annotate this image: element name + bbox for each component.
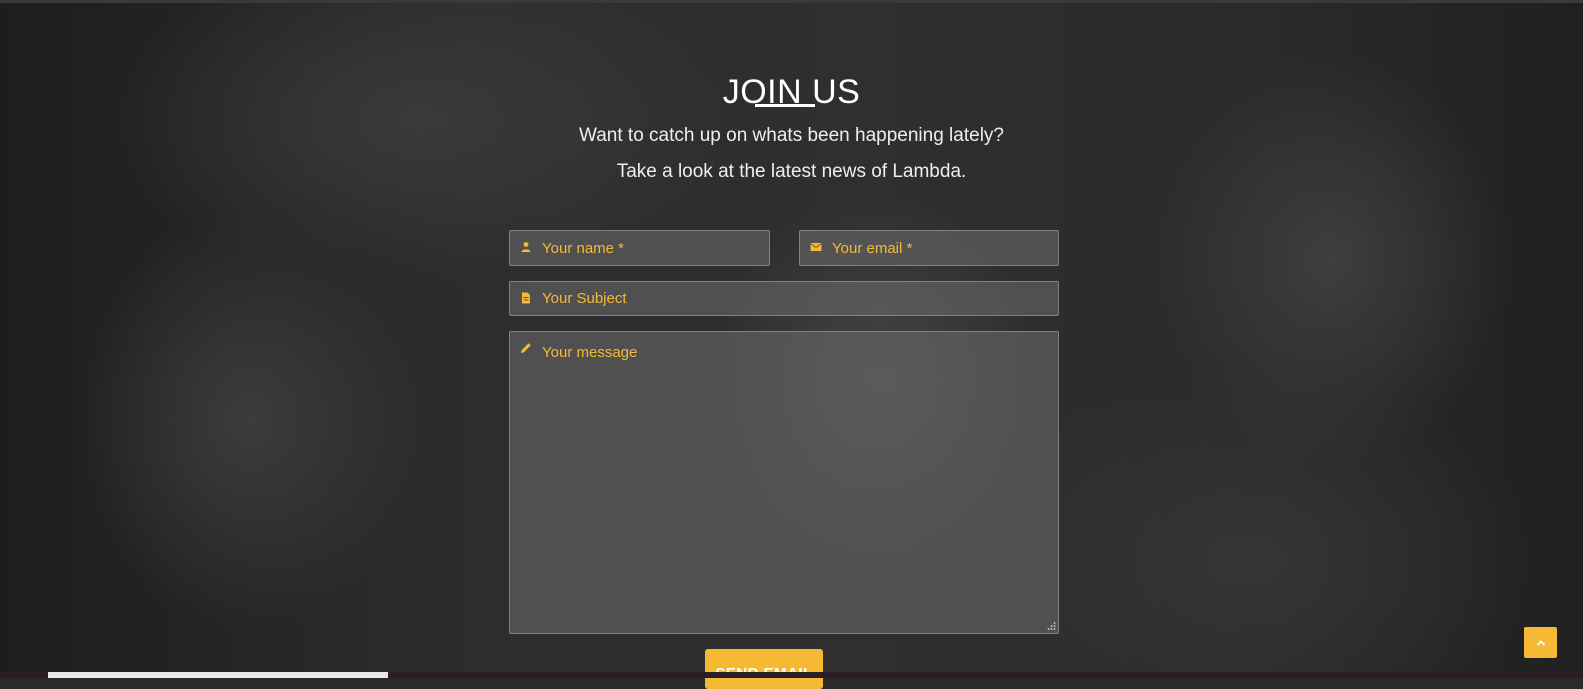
subtitle-line-2: Take a look at the latest news of Lambda…: [616, 161, 967, 182]
pencil-icon: [521, 343, 531, 353]
document-icon: [522, 292, 530, 304]
user-icon: [521, 242, 531, 252]
title-underline: [755, 104, 815, 107]
subtitle-line-1: Want to catch up on whats been happening…: [579, 125, 1004, 146]
chevron-up-icon: [1536, 639, 1545, 646]
email-input[interactable]: [832, 231, 1050, 265]
message-field-wrapper: [509, 331, 1059, 634]
message-textarea[interactable]: [542, 344, 1050, 625]
name-field-wrapper: [509, 230, 770, 266]
subject-input[interactable]: [542, 282, 1050, 315]
subject-field-wrapper: [509, 281, 1059, 316]
email-field-wrapper: [799, 230, 1059, 266]
top-strip: [0, 0, 1583, 3]
envelope-icon: [810, 243, 822, 251]
footer-light-bar: [48, 672, 388, 678]
name-input[interactable]: [542, 231, 761, 265]
scroll-to-top-button[interactable]: [1524, 627, 1557, 658]
resize-grip-icon[interactable]: [1046, 621, 1056, 631]
send-email-button[interactable]: SEND EMAIL: [705, 649, 823, 689]
